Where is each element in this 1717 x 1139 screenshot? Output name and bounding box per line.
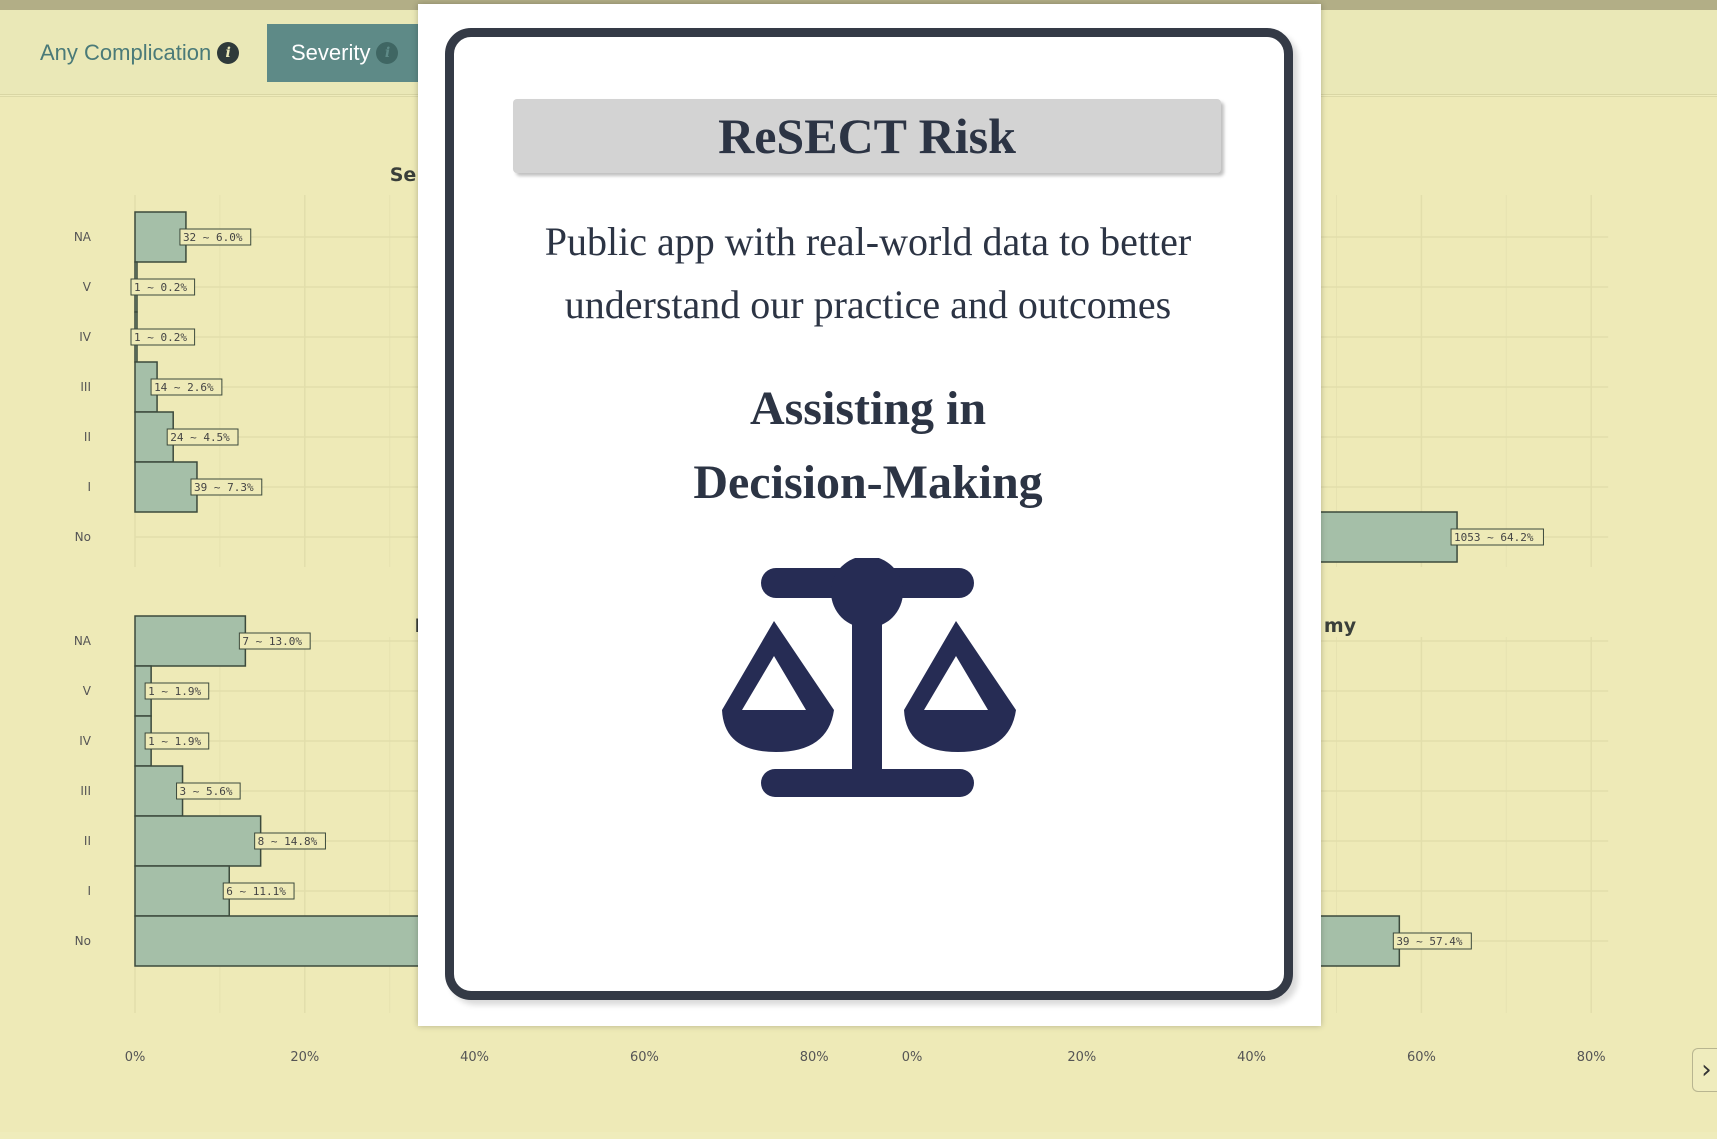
x-tick-label: 20% (290, 1050, 319, 1065)
modal-heading-line: Decision-Making (693, 456, 1043, 509)
x-tick-label: 80% (1577, 1050, 1606, 1065)
info-icon[interactable]: i (376, 42, 399, 64)
category-label: V (83, 684, 92, 698)
balance-scale-icon (722, 558, 1016, 797)
data-label: 32 ~ 6.0% (183, 231, 243, 244)
tab-label: Severity (291, 40, 371, 65)
data-label: 1 ~ 0.2% (134, 331, 187, 344)
category-label: III (80, 784, 91, 798)
tab-severity[interactable]: Severity i (267, 24, 437, 82)
category-label: IV (79, 330, 92, 344)
welcome-modal: ReSECT Risk Public app with real-world d… (418, 4, 1321, 1026)
modal-title: ReSECT Risk (513, 99, 1221, 173)
category-label: I (87, 480, 91, 494)
bar (134, 461, 198, 513)
category-label: NA (74, 230, 92, 244)
category-label: V (83, 280, 92, 294)
x-tick-label: 80% (800, 1050, 829, 1065)
chart-title: Se (390, 164, 417, 186)
bar (134, 815, 262, 867)
x-tick-label: 40% (1237, 1050, 1266, 1065)
bar (134, 865, 230, 917)
tab-label: Any Complication (40, 40, 212, 65)
modal-subtitle-line: understand our practice and outcomes (564, 282, 1172, 327)
modal-heading-line: Assisting in (749, 382, 987, 435)
info-icon[interactable]: i (217, 42, 240, 64)
data-label: 1 ~ 1.9% (148, 685, 201, 698)
data-label: 39 ~ 57.4% (1396, 935, 1463, 948)
modal-card: ReSECT Risk Public app with real-world d… (445, 28, 1293, 1000)
category-label: III (80, 380, 91, 394)
bar (134, 765, 184, 817)
data-label: 7 ~ 13.0% (242, 635, 302, 648)
data-label: 6 ~ 11.1% (226, 885, 286, 898)
x-tick-label: 60% (630, 1050, 659, 1065)
data-label: 8 ~ 14.8% (258, 835, 318, 848)
modal-heading: Assisting in Decision-Making (494, 372, 1242, 520)
modal-subtitle-line: Public app with real-world data to bette… (544, 219, 1192, 264)
data-label: 39 ~ 7.3% (194, 481, 254, 494)
bar (134, 615, 247, 667)
bar (134, 211, 187, 263)
x-tick-label: 0% (902, 1050, 923, 1065)
data-label: 24 ~ 4.5% (170, 431, 230, 444)
category-label: NA (74, 634, 92, 648)
category-label: II (84, 834, 91, 848)
x-tick-label: 20% (1067, 1050, 1096, 1065)
category-label: No (75, 934, 91, 948)
x-tick-label: 0% (125, 1050, 146, 1065)
category-label: No (75, 530, 91, 544)
tab-any-complication[interactable]: Any Complication i (16, 24, 256, 82)
x-tick-label: 40% (460, 1050, 489, 1065)
category-label: I (87, 884, 91, 898)
category-label: II (84, 430, 91, 444)
chart-title: my (1324, 615, 1357, 637)
data-label: 1 ~ 1.9% (148, 735, 201, 748)
data-label: 1053 ~ 64.2% (1454, 531, 1534, 544)
data-label: 14 ~ 2.6% (154, 381, 214, 394)
data-label: 3 ~ 5.6% (180, 785, 233, 798)
data-label: 1 ~ 0.2% (134, 281, 187, 294)
next-arrow-button[interactable]: › (1692, 1048, 1717, 1092)
modal-subtitle: Public app with real-world data to bette… (494, 210, 1242, 336)
x-tick-label: 60% (1407, 1050, 1436, 1065)
category-label: IV (79, 734, 92, 748)
